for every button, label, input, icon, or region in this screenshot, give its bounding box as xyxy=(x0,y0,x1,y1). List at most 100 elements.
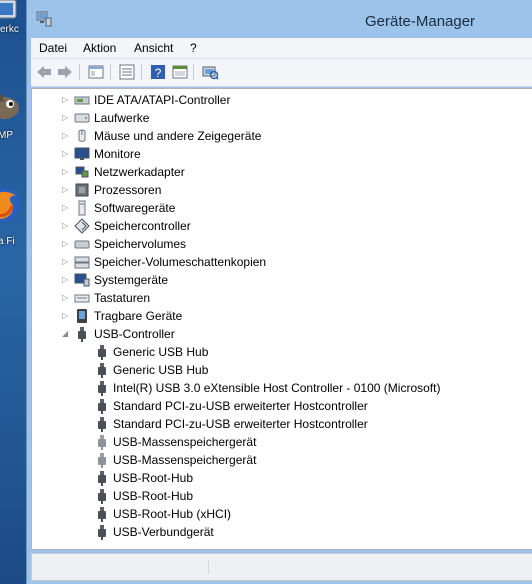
toolbar: ? xyxy=(31,59,532,87)
device-list-icon[interactable] xyxy=(118,63,136,81)
menu-ansicht[interactable]: Ansicht xyxy=(134,41,173,55)
expand-arrow-icon[interactable]: ▷ xyxy=(62,109,72,127)
tree-category-row[interactable]: ▷ Systemgeräte xyxy=(32,271,532,289)
usb-device-label: USB-Root-Hub xyxy=(113,471,194,485)
svg-text:?: ? xyxy=(155,66,162,80)
expand-arrow-icon[interactable]: ▷ xyxy=(62,199,72,217)
usb-device-row[interactable]: Standard PCI-zu-USB erweiterter Hostcont… xyxy=(32,415,532,433)
expand-arrow-icon[interactable]: ▷ xyxy=(62,91,72,109)
tree-category-row[interactable]: ▷ IDE ATA/ATAPI-Controller xyxy=(32,91,532,109)
expand-arrow-icon[interactable]: ▷ xyxy=(62,163,72,181)
scan-hardware-icon[interactable] xyxy=(201,63,219,81)
tree-category-label: Prozessoren xyxy=(94,183,162,197)
status-bar xyxy=(31,553,532,581)
title-bar[interactable]: Geräte-Manager xyxy=(27,0,532,38)
shadow-copy-icon xyxy=(74,254,90,270)
toolbar-separator xyxy=(79,64,80,80)
usb-device-row[interactable]: Generic USB Hub xyxy=(32,361,532,379)
device-tree[interactable]: ▷ IDE ATA/ATAPI-Controller ▷ Laufwerke ▷ Mäus… xyxy=(31,88,532,550)
usb-device-icon xyxy=(94,380,110,396)
usb-device-row[interactable]: USB-Massenspeichergerät xyxy=(32,451,532,469)
expand-arrow-icon[interactable]: ▷ xyxy=(62,271,72,289)
update-driver-icon[interactable] xyxy=(171,63,189,81)
usb-device-label: USB-Massenspeichergerät xyxy=(113,435,257,449)
menu-bar: Datei Aktion Ansicht ? xyxy=(31,38,532,59)
device-manager-window: Geräte-Manager Datei Aktion Ansicht ? ? xyxy=(26,0,532,584)
tree-category-row[interactable]: ▷ Tastaturen xyxy=(32,289,532,307)
tree-category-label: Speicher-Volumeschattenkopien xyxy=(94,255,267,269)
tree-category-row[interactable]: ▷ Netzwerkadapter xyxy=(32,163,532,181)
help-icon[interactable]: ? xyxy=(149,63,167,81)
tree-category-label: IDE ATA/ATAPI-Controller xyxy=(94,93,231,107)
menu-aktion[interactable]: Aktion xyxy=(83,41,116,55)
tree-category-label: Speichercontroller xyxy=(94,219,191,233)
tree-category-label: Monitore xyxy=(94,147,141,161)
tree-category-label: Systemgeräte xyxy=(94,273,169,287)
toolbar-separator xyxy=(110,64,111,80)
desktop-icon-label: a Fi xyxy=(0,236,15,247)
usb-device-label: Standard PCI-zu-USB erweiterter Hostcont… xyxy=(113,417,368,431)
menu-datei[interactable]: Datei xyxy=(39,41,67,55)
menu-help[interactable]: ? xyxy=(190,41,197,55)
usb-device-icon xyxy=(94,470,110,486)
usb-device-icon xyxy=(94,452,110,468)
tree-category-label: Tastaturen xyxy=(94,291,151,305)
mouse-icon xyxy=(74,128,90,144)
usb-device-row[interactable]: USB-Massenspeichergerät xyxy=(32,433,532,451)
gimp-icon[interactable] xyxy=(0,84,24,126)
firefox-icon[interactable] xyxy=(0,184,24,226)
window-title: Geräte-Manager xyxy=(365,13,476,30)
tree-category-row[interactable]: ▷ Laufwerke xyxy=(32,109,532,127)
usb-device-row[interactable]: USB-Root-Hub (xHCI) xyxy=(32,505,532,523)
tree-category-row-usb[interactable]: ◢ USB-Controller xyxy=(32,325,532,343)
keyboard-icon xyxy=(74,290,90,306)
collapse-arrow-icon[interactable]: ◢ xyxy=(62,325,72,343)
storage-controller-icon xyxy=(74,218,90,234)
properties-view-icon[interactable] xyxy=(87,63,105,81)
usb-device-row[interactable]: Generic USB Hub xyxy=(32,343,532,361)
storage-volume-icon xyxy=(74,236,90,252)
tree-category-label: USB-Controller xyxy=(94,327,175,341)
tree-category-row[interactable]: ▷ Speicher-Volumeschattenkopien xyxy=(32,253,532,271)
usb-device-row[interactable]: USB-Root-Hub xyxy=(32,487,532,505)
expand-arrow-icon[interactable]: ▷ xyxy=(62,307,72,325)
portable-device-icon xyxy=(74,308,90,324)
ide-controller-icon xyxy=(74,92,90,108)
tree-category-row[interactable]: ▷ Tragbare Geräte xyxy=(32,307,532,325)
tree-category-row[interactable]: ▷ Speichervolumes xyxy=(32,235,532,253)
toolbar-separator xyxy=(141,64,142,80)
tree-category-row[interactable]: ▷ Softwaregeräte xyxy=(32,199,532,217)
usb-device-label: Intel(R) USB 3.0 eXtensible Host Control… xyxy=(113,381,441,395)
tree-category-row[interactable]: ▷ Mäuse und andere Zeigegeräte xyxy=(32,127,532,145)
usb-device-icon xyxy=(94,434,110,450)
usb-device-row[interactable]: Standard PCI-zu-USB erweiterter Hostcont… xyxy=(32,397,532,415)
usb-device-row[interactable]: USB-Verbundgerät xyxy=(32,523,532,541)
expand-arrow-icon[interactable]: ▷ xyxy=(62,145,72,163)
system-device-icon xyxy=(74,272,90,288)
usb-device-row[interactable]: Intel(R) USB 3.0 eXtensible Host Control… xyxy=(32,379,532,397)
expand-arrow-icon[interactable]: ▷ xyxy=(62,217,72,235)
usb-device-icon xyxy=(94,524,110,540)
usb-device-label: USB-Massenspeichergerät xyxy=(113,453,257,467)
usb-device-icon xyxy=(94,344,110,360)
tree-category-label: Speichervolumes xyxy=(94,237,187,251)
desktop-icon-label: MP xyxy=(0,130,13,141)
usb-device-label: Generic USB Hub xyxy=(113,363,209,377)
desktop-icon-label: erkc xyxy=(0,24,19,35)
back-arrow-icon[interactable] xyxy=(35,63,53,81)
device-manager-app-icon[interactable] xyxy=(35,10,53,28)
expand-arrow-icon[interactable]: ▷ xyxy=(62,253,72,271)
usb-device-row[interactable]: USB-Root-Hub xyxy=(32,469,532,487)
expand-arrow-icon[interactable]: ▷ xyxy=(62,127,72,145)
tree-category-row[interactable]: ▷ Prozessoren xyxy=(32,181,532,199)
tree-category-row[interactable]: ▷ Monitore xyxy=(32,145,532,163)
expand-arrow-icon[interactable]: ▷ xyxy=(62,289,72,307)
expand-arrow-icon[interactable]: ▷ xyxy=(62,181,72,199)
expand-arrow-icon[interactable]: ▷ xyxy=(62,235,72,253)
forward-arrow-icon[interactable] xyxy=(56,63,74,81)
usb-device-label: USB-Verbundgerät xyxy=(113,525,214,539)
processor-icon xyxy=(74,182,90,198)
tree-category-row[interactable]: ▷ Speichercontroller xyxy=(32,217,532,235)
tree-category-label: Laufwerke xyxy=(94,111,150,125)
tree-category-label: Mäuse und andere Zeigegeräte xyxy=(94,129,262,143)
